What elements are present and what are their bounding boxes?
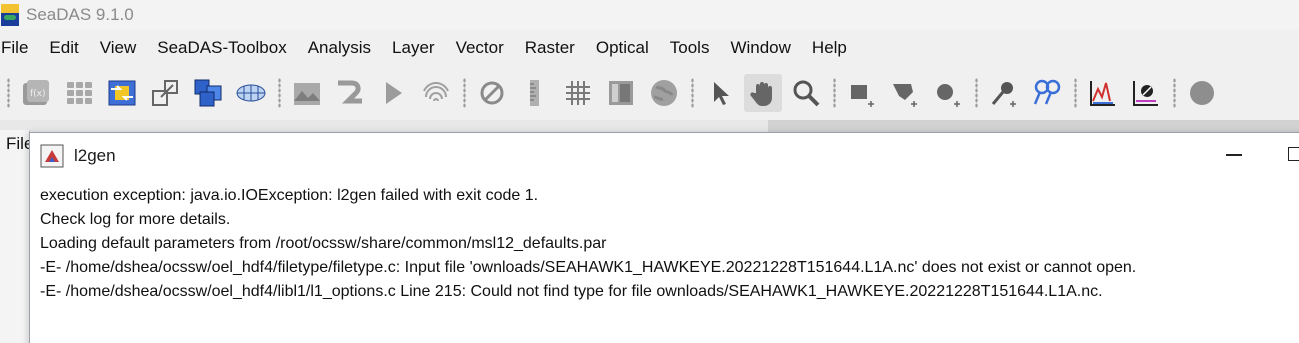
workspace-tabstrip-scroll xyxy=(768,120,1299,132)
profile-icon[interactable] xyxy=(1127,74,1165,112)
message-line-error-l1-options: -E- /home/dshea/ocssw/oel_hdf4/libl1/l1_… xyxy=(40,283,1103,300)
polygon-icon[interactable] xyxy=(886,74,924,112)
toolbar-separator xyxy=(1074,77,1077,108)
snake-icon[interactable] xyxy=(331,74,369,112)
minimize-icon[interactable] xyxy=(1220,141,1248,169)
band-maths-icon[interactable]: f(x) xyxy=(17,74,55,112)
dialog-title: l2gen xyxy=(74,146,116,165)
circle-icon[interactable] xyxy=(1183,74,1221,112)
app-title: SeaDAS 9.1.0 xyxy=(26,5,134,24)
toolbar-grip[interactable] xyxy=(7,77,10,108)
menu-vector[interactable]: Vector xyxy=(456,38,504,58)
message-line-loading-defaults: Loading default parameters from /root/oc… xyxy=(40,235,607,252)
arrows-icon[interactable] xyxy=(103,74,141,112)
world-icon[interactable] xyxy=(645,74,683,112)
menu-seadas-toolbox[interactable]: SeaDAS-Toolbox xyxy=(157,38,286,58)
select-icon[interactable] xyxy=(701,74,739,112)
ruler-icon[interactable] xyxy=(516,74,554,112)
menu-layer[interactable]: Layer xyxy=(392,38,435,58)
seadas-logo-icon xyxy=(1,4,19,26)
toolbar-separator xyxy=(691,77,694,108)
toolbar-separator xyxy=(975,77,978,108)
spectrum-icon[interactable] xyxy=(1084,74,1122,112)
pin-icon[interactable] xyxy=(985,74,1023,112)
menu-view[interactable]: View xyxy=(100,38,137,58)
menu-file[interactable]: File xyxy=(1,38,28,58)
message-line-check-log: Check log for more details. xyxy=(40,211,231,228)
globe-wire-icon[interactable] xyxy=(232,74,270,112)
menu-help[interactable]: Help xyxy=(812,38,847,58)
menu-window[interactable]: Window xyxy=(730,38,790,58)
l2gen-app-icon xyxy=(40,144,64,168)
toolbar-separator xyxy=(1173,77,1176,108)
menu-analysis[interactable]: Analysis xyxy=(308,38,371,58)
svg-text:f(x): f(x) xyxy=(30,89,46,99)
gcp-icon[interactable] xyxy=(1028,74,1066,112)
panel-icon[interactable] xyxy=(602,74,640,112)
no-icon[interactable] xyxy=(473,74,511,112)
rectangle-icon[interactable] xyxy=(843,74,881,112)
menu-tools[interactable]: Tools xyxy=(670,38,710,58)
menu-optical[interactable]: Optical xyxy=(596,38,649,58)
zoom-icon[interactable] xyxy=(787,74,825,112)
message-line-error-filetype: -E- /home/dshea/ocssw/oel_hdf4/filetype/… xyxy=(40,259,1137,276)
graticule-icon[interactable] xyxy=(559,74,597,112)
menubar: File Edit View SeaDAS-Toolbox Analysis L… xyxy=(0,30,1299,65)
mosaic-icon[interactable] xyxy=(189,74,227,112)
menu-raster[interactable]: Raster xyxy=(525,38,575,58)
grid-icon[interactable] xyxy=(60,74,98,112)
toolbar-separator xyxy=(833,77,836,108)
image-icon[interactable] xyxy=(288,74,326,112)
product-explorer-panel xyxy=(0,130,30,343)
app-titlebar: SeaDAS 9.1.0 xyxy=(0,0,1299,30)
dialog-message: execution exception: java.io.IOException… xyxy=(30,179,1299,304)
toolbar-separator xyxy=(463,77,466,108)
dialog-titlebar[interactable]: l2gen xyxy=(30,133,1299,179)
toolbar: f(x) xyxy=(0,65,1299,120)
menu-edit[interactable]: Edit xyxy=(49,38,78,58)
pan-icon[interactable] xyxy=(744,73,782,112)
ellipse-icon[interactable] xyxy=(929,74,967,112)
message-line-exception: execution exception: java.io.IOException… xyxy=(40,187,539,204)
maximize-icon[interactable] xyxy=(1288,147,1299,161)
toolbar-separator xyxy=(278,77,281,108)
l2gen-dialog: l2gen execution exception: java.io.IOExc… xyxy=(29,132,1299,343)
fingerprint-icon[interactable] xyxy=(417,74,455,112)
play-icon[interactable] xyxy=(374,74,412,112)
subset-icon[interactable] xyxy=(146,74,184,112)
